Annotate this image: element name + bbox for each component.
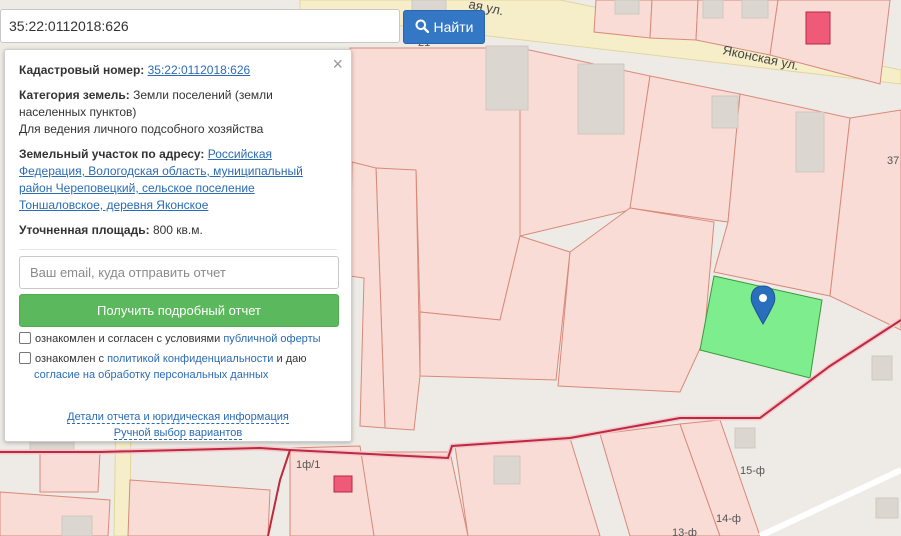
house-number-label: 15-ф bbox=[740, 465, 765, 477]
popup-footer-links: Детали отчета и юридическая информация Р… bbox=[19, 409, 337, 441]
land-usage-value: Для ведения личного подсобного хозяйства bbox=[19, 122, 264, 136]
house-number-label: 13-ф bbox=[672, 527, 697, 536]
get-report-button[interactable]: Получить подробный отчет bbox=[19, 294, 339, 327]
cadastral-number-link[interactable]: 35:22:0112018:626 bbox=[148, 63, 251, 77]
cadastral-number-row: Кадастровый номер: 35:22:0112018:626 bbox=[19, 62, 337, 79]
address-label: Земельный участок по адресу: bbox=[19, 147, 205, 161]
area-value: 800 кв.м. bbox=[152, 223, 203, 237]
email-field[interactable] bbox=[19, 256, 339, 289]
privacy-and-text: и даю bbox=[276, 353, 307, 365]
report-details-link[interactable]: Детали отчета и юридическая информация bbox=[67, 411, 289, 424]
address-row: Земельный участок по адресу: Российская … bbox=[19, 146, 337, 214]
parcel-info-popup: × Кадастровый номер: 35:22:0112018:626 К… bbox=[4, 49, 352, 442]
house-number-label: 14-ф bbox=[716, 513, 741, 525]
area-label: Уточненная площадь: bbox=[19, 223, 150, 237]
house-number-label: 1ф/1 bbox=[296, 459, 320, 471]
cadastral-search-input[interactable] bbox=[0, 9, 400, 43]
privacy-checkbox-row: ознакомлен с политикой конфиденциальност… bbox=[19, 351, 337, 367]
personal-data-consent-link[interactable]: согласие на обработку персональных данны… bbox=[34, 369, 268, 381]
terms-text: ознакомлен и согласен с условиями bbox=[35, 333, 221, 345]
public-offer-link[interactable]: публичной оферты bbox=[223, 333, 320, 345]
divider bbox=[19, 249, 337, 250]
land-category-row: Категория земель: Земли поселений (земли… bbox=[19, 87, 337, 138]
house-number-label: 37 bbox=[887, 155, 899, 167]
terms-checkbox[interactable] bbox=[19, 332, 31, 344]
land-category-label: Категория земель: bbox=[19, 88, 130, 102]
search-button-label: Найти bbox=[433, 19, 474, 35]
area-row: Уточненная площадь: 800 кв.м. bbox=[19, 222, 337, 239]
search-icon bbox=[415, 19, 429, 36]
privacy-checkbox[interactable] bbox=[19, 352, 31, 364]
close-icon[interactable]: × bbox=[332, 55, 343, 73]
cadastral-number-label: Кадастровый номер: bbox=[19, 63, 145, 77]
search-button[interactable]: Найти bbox=[403, 10, 485, 44]
terms-checkbox-row: ознакомлен и согласен с условиями публич… bbox=[19, 331, 337, 347]
consent-row: согласие на обработку персональных данны… bbox=[19, 367, 337, 383]
privacy-policy-link[interactable]: политикой конфиденциальности bbox=[107, 353, 273, 365]
manual-selection-link[interactable]: Ручной выбор вариантов bbox=[113, 427, 243, 440]
privacy-text: ознакомлен с bbox=[35, 353, 105, 365]
